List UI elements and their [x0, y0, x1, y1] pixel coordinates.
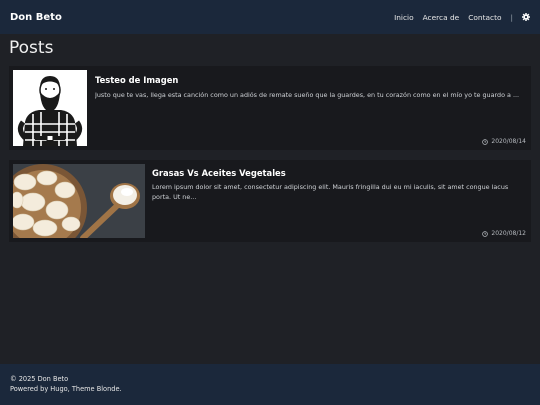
gear-icon[interactable]	[522, 13, 530, 21]
post-thumbnail-lumberjack[interactable]	[13, 70, 87, 146]
clock-icon	[482, 230, 489, 237]
nav-menu: Inicio Acerca de Contacto |	[385, 13, 530, 22]
nav-link-inicio[interactable]: Inicio	[394, 13, 414, 22]
post-thumbnail-garlic[interactable]	[13, 164, 145, 238]
top-navbar: Don Beto Inicio Acerca de Contacto |	[0, 0, 540, 34]
footer-copyright: © 2025 Don Beto	[10, 375, 69, 383]
footer-powered-by: Powered by Hugo, Theme Blonde.	[10, 384, 122, 393]
site-brand[interactable]: Don Beto	[10, 12, 62, 23]
nav-link-contacto[interactable]: Contacto	[468, 13, 501, 22]
post-title[interactable]: Grasas Vs Aceites Vegetales	[152, 168, 286, 178]
post-date-text: 2020/08/12	[491, 230, 526, 237]
nav-separator: |	[510, 12, 514, 22]
post-excerpt: Lorem ipsum dolor sit amet, consectetur …	[152, 183, 509, 201]
post-title[interactable]: Testeo de Imagen	[95, 75, 178, 85]
clock-icon	[482, 138, 489, 145]
site-footer: © 2025 Don Beto Powered by Hugo, Theme B…	[0, 364, 540, 405]
post-date: 2020/08/12	[482, 230, 526, 237]
nav-link-acerca-de[interactable]: Acerca de	[423, 13, 460, 22]
post-card[interactable]: Testeo de Imagen Justo que te vas, llega…	[9, 66, 531, 150]
post-excerpt: Justo que te vas, llega esta canción com…	[95, 91, 520, 99]
post-date-text: 2020/08/14	[491, 138, 526, 145]
page-title: Posts	[9, 38, 54, 58]
post-card[interactable]: Grasas Vs Aceites Vegetales Lorem ipsum …	[9, 160, 531, 242]
post-date: 2020/08/14	[482, 138, 526, 145]
